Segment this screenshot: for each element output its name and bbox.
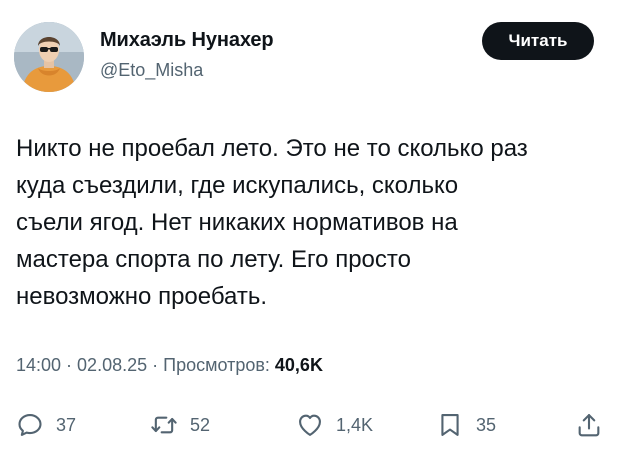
heart-icon: [299, 414, 321, 436]
share-button[interactable]: [575, 405, 603, 445]
retweet-icon: [151, 416, 177, 434]
author-name[interactable]: Михаэль Нунахер: [100, 29, 274, 52]
bookmark-count: 35: [476, 414, 497, 435]
bookmark-icon: [441, 414, 459, 436]
tweet-date[interactable]: 02.08.25: [77, 355, 147, 375]
meta-separator: ·: [147, 355, 164, 375]
action-bar: 37 52 1,4K 35: [0, 405, 620, 445]
views-label: Просмотров:: [163, 355, 275, 375]
tweet-time[interactable]: 14:00: [16, 355, 61, 375]
reply-button[interactable]: 37: [16, 405, 76, 445]
author-handle[interactable]: @Eto_Misha: [100, 60, 203, 81]
retweet-button[interactable]: 52: [150, 405, 210, 445]
like-count: 1,4K: [336, 414, 374, 435]
reply-count: 37: [56, 414, 77, 435]
reply-icon: [18, 414, 42, 436]
retweet-count: 52: [190, 414, 211, 435]
like-button[interactable]: 1,4K: [296, 405, 373, 445]
avatar[interactable]: [14, 22, 84, 92]
tweet-meta: 14:00 · 02.08.25 · Просмотров: 40,6K: [16, 355, 323, 376]
bookmark-button[interactable]: 35: [436, 405, 496, 445]
share-icon: [578, 414, 600, 437]
tweet-text: Никто не проебал лето. Это не то сколько…: [16, 135, 528, 310]
views-count: 40,6K: [274, 355, 323, 375]
meta-separator: ·: [61, 355, 78, 375]
avatar-image: [14, 22, 84, 92]
follow-button[interactable]: Читать: [482, 22, 594, 60]
